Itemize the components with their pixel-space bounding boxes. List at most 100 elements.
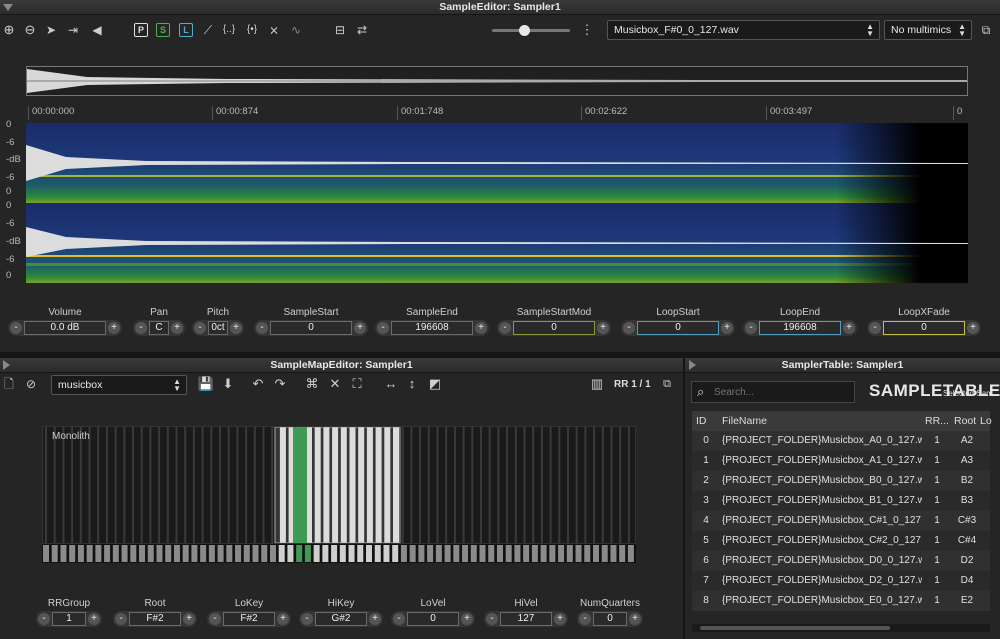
- keyboard-key[interactable]: [165, 545, 172, 562]
- decrement-button[interactable]: -: [38, 613, 50, 625]
- loopend-value[interactable]: 196608: [759, 321, 841, 335]
- keyboard-key[interactable]: [575, 545, 582, 562]
- keyboard-key[interactable]: [182, 545, 189, 562]
- sample-zone[interactable]: [523, 427, 526, 543]
- keyboard-key[interactable]: [112, 545, 119, 562]
- increment-button[interactable]: +: [171, 322, 183, 334]
- keyboard-key[interactable]: [208, 545, 215, 562]
- table-row[interactable]: 5 {PROJECT_FOLDER}Musicbox_C#2_0_127.... 1…: [692, 531, 990, 551]
- sample-zone[interactable]: [488, 427, 491, 543]
- table-row[interactable]: 3 {PROJECT_FOLDER}Musicbox_B1_0_127.w... 1…: [692, 491, 990, 511]
- keyboard-key[interactable]: [427, 545, 434, 562]
- keyboard-key[interactable]: [287, 545, 294, 562]
- download-icon[interactable]: ⬇: [219, 375, 237, 393]
- keyboard-key[interactable]: [566, 545, 573, 562]
- search-input[interactable]: [714, 384, 848, 400]
- sample-zone[interactable]: [158, 427, 161, 543]
- samplestartmod-value[interactable]: 0: [513, 321, 595, 335]
- keyboard-key[interactable]: [313, 545, 320, 562]
- keyboard-key[interactable]: [261, 545, 268, 562]
- table-row[interactable]: 6 {PROJECT_FOLDER}Musicbox_D0_0_127.w... 1…: [692, 551, 990, 571]
- decrement-button[interactable]: -: [194, 322, 206, 334]
- sample-zone[interactable]: [462, 427, 465, 543]
- select-all-icon[interactable]: ⌘: [303, 375, 321, 393]
- keyboard-key[interactable]: [156, 545, 163, 562]
- col-id[interactable]: ID: [696, 415, 707, 427]
- keyboard-key[interactable]: [601, 545, 608, 562]
- hikey-value[interactable]: G#2: [315, 612, 367, 626]
- increment-button[interactable]: +: [354, 322, 366, 334]
- sample-zone[interactable]: [262, 427, 265, 543]
- sample-zone[interactable]: [62, 427, 65, 543]
- keyboard-key[interactable]: [77, 545, 84, 562]
- spectrogram-view[interactable]: [26, 123, 968, 283]
- sample-zone[interactable]: [245, 427, 248, 543]
- increment-button[interactable]: +: [108, 322, 120, 334]
- keyboard-key[interactable]: [444, 545, 451, 562]
- edit-map-icon[interactable]: ⊘: [22, 375, 40, 393]
- sample-zone[interactable]: [123, 427, 126, 543]
- increment-button[interactable]: +: [183, 613, 195, 625]
- sample-zone[interactable]: [105, 427, 108, 543]
- increment-button[interactable]: +: [369, 613, 381, 625]
- selected-sample-zone[interactable]: [293, 427, 307, 543]
- zoom-in-icon[interactable]: ⊕: [0, 21, 18, 39]
- sample-zone[interactable]: [219, 427, 221, 543]
- sample-zone[interactable]: [410, 427, 413, 543]
- delete-icon[interactable]: ✕: [326, 375, 344, 393]
- increment-button[interactable]: +: [475, 322, 487, 334]
- sample-zone[interactable]: [497, 427, 500, 543]
- col-root[interactable]: Root: [954, 415, 976, 427]
- decrement-button[interactable]: -: [209, 613, 221, 625]
- keyboard-key[interactable]: [610, 545, 617, 562]
- loopxfade-value[interactable]: 0: [883, 321, 965, 335]
- keyboard-key[interactable]: [374, 545, 381, 562]
- keyboard-key[interactable]: [147, 545, 154, 562]
- decrement-button[interactable]: -: [256, 322, 268, 334]
- table-row[interactable]: 7 {PROJECT_FOLDER}Musicbox_D2_0_127.w... 1…: [692, 571, 990, 591]
- sample-zone[interactable]: [45, 427, 47, 543]
- keyboard-icon[interactable]: ▥: [588, 375, 606, 393]
- keyboard-key[interactable]: [470, 545, 477, 562]
- keyboard-key[interactable]: [435, 545, 442, 562]
- decrement-button[interactable]: -: [135, 322, 147, 334]
- sample-zone[interactable]: [540, 427, 543, 543]
- sample-zone[interactable]: [514, 427, 517, 543]
- keyboard-key[interactable]: [584, 545, 591, 562]
- sample-zone[interactable]: [619, 427, 622, 543]
- sample-zone[interactable]: [532, 427, 535, 543]
- root-value[interactable]: F#2: [129, 612, 181, 626]
- sample-zone[interactable]: [192, 427, 195, 543]
- table-row[interactable]: 0 {PROJECT_FOLDER}Musicbox_A0_0_127.w... 1…: [692, 431, 990, 451]
- expand-icon[interactable]: [689, 360, 696, 370]
- zoom-slider-track[interactable]: [492, 29, 570, 32]
- table-row[interactable]: 4 {PROJECT_FOLDER}Musicbox_C#1_0_127.... 1…: [692, 511, 990, 531]
- decrement-button[interactable]: -: [10, 322, 22, 334]
- lovel-value[interactable]: 0: [407, 612, 459, 626]
- increment-button[interactable]: +: [721, 322, 733, 334]
- keyboard-key[interactable]: [304, 545, 311, 562]
- keyboard-key[interactable]: [339, 545, 346, 562]
- keyboard-key[interactable]: [322, 545, 329, 562]
- keyboard-key[interactable]: [453, 545, 460, 562]
- swap-icon[interactable]: ⇄: [353, 21, 371, 39]
- popout-icon[interactable]: ⧉: [977, 21, 995, 39]
- keyboard-key[interactable]: [488, 545, 495, 562]
- sample-zone[interactable]: [149, 427, 152, 543]
- keyboard-key[interactable]: [366, 545, 373, 562]
- sample-zone[interactable]: [71, 427, 74, 543]
- keyboard-key[interactable]: [400, 545, 407, 562]
- keyboard-key[interactable]: [462, 545, 469, 562]
- envelope-icon[interactable]: ⟋: [199, 21, 217, 39]
- jump-to-end-icon[interactable]: ⇥: [64, 21, 82, 39]
- keyboard-key[interactable]: [252, 545, 259, 562]
- keyboard-key[interactable]: [392, 545, 399, 562]
- decrement-button[interactable]: -: [301, 613, 313, 625]
- keyboard-key[interactable]: [558, 545, 565, 562]
- keyboard-key[interactable]: [69, 545, 76, 562]
- col-lo[interactable]: Lo: [980, 415, 992, 427]
- sample-zone[interactable]: [567, 427, 569, 543]
- keyboard-key[interactable]: [139, 545, 146, 562]
- increment-button[interactable]: +: [230, 322, 242, 334]
- sample-zone[interactable]: [575, 427, 578, 543]
